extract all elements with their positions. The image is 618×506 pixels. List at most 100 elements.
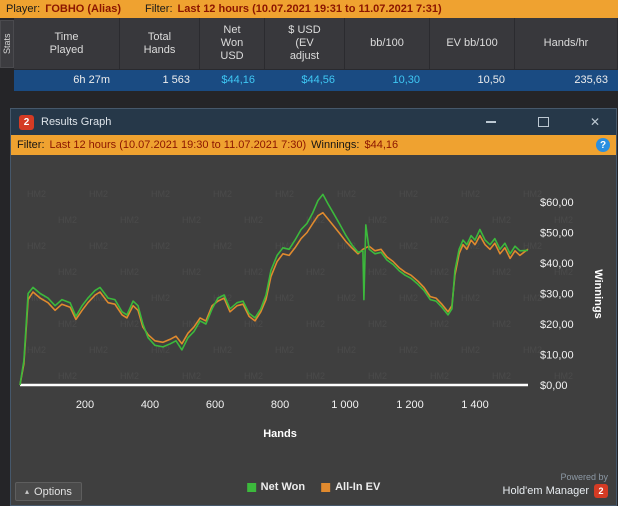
watermark-text: HM2 — [461, 293, 480, 303]
watermark-text: HM2 — [306, 371, 325, 381]
watermark-text: HM2 — [492, 319, 511, 329]
stats-column-header[interactable]: EV bb/100 — [430, 18, 515, 69]
watermark-text: HM2 — [244, 371, 263, 381]
legend-label: Net Won — [260, 481, 306, 493]
filter-value[interactable]: Last 12 hours (10.07.2021 19:31 to 11.07… — [178, 3, 442, 15]
watermark-text: HM2 — [151, 189, 170, 199]
watermark-text: HM2 — [213, 345, 232, 355]
watermark-text: HM2 — [399, 345, 418, 355]
watermark-text: HM2 — [213, 189, 232, 199]
close-button[interactable]: ✕ — [588, 115, 602, 129]
player-filter-bar: Player: ГОВНО (Alias) Filter: Last 12 ho… — [0, 0, 618, 18]
watermark-text: HM2 — [27, 189, 46, 199]
filter-label: Filter: — [145, 3, 173, 15]
stats-column-header[interactable]: Total Hands — [120, 18, 200, 69]
watermark-text: HM2 — [523, 241, 542, 251]
y-tick-label: $0,00 — [540, 380, 568, 392]
watermark-text: HM2 — [275, 293, 294, 303]
watermark-text: HM2 — [306, 267, 325, 277]
watermark-text: HM2 — [430, 267, 449, 277]
watermark-text: HM2 — [368, 215, 387, 225]
minimize-button[interactable] — [484, 115, 498, 129]
watermark-text: HM2 — [337, 345, 356, 355]
watermark-text: HM2 — [58, 267, 77, 277]
watermark-text: HM2 — [27, 345, 46, 355]
stats-side-tab[interactable]: Stats — [0, 20, 14, 68]
watermark-text: HM2 — [337, 189, 356, 199]
watermark-text: HM2 — [337, 293, 356, 303]
stats-column-header[interactable]: $ USD (EV adjust — [265, 18, 345, 69]
stats-header: Time Played Total Hands Net Won USD $ USD (… — [14, 18, 618, 70]
watermark-text: HM2 — [244, 215, 263, 225]
chart-legend: Net Won All-In EV — [246, 481, 380, 493]
player-name[interactable]: ГОВНО (Alias) — [45, 3, 121, 15]
watermark-text: HM2 — [120, 319, 139, 329]
app-screen: Player: ГОВНО (Alias) Filter: Last 12 ho… — [0, 0, 618, 506]
watermark-text: HM2 — [120, 215, 139, 225]
watermark-text: HM2 — [492, 215, 511, 225]
stats-cell: 1 563 — [162, 74, 190, 86]
y-tick-label: $60,00 — [540, 197, 574, 209]
stats-cell: 10,30 — [392, 74, 420, 86]
stats-cell: $44,56 — [301, 74, 335, 86]
watermark-text: HM2 — [368, 371, 387, 381]
maximize-button[interactable] — [536, 115, 550, 129]
watermark-text: HM2 — [182, 267, 201, 277]
minimize-icon — [486, 121, 496, 123]
watermark-text: HM2 — [58, 215, 77, 225]
x-tick-label: 1 200 — [396, 399, 424, 411]
watermark-text: HM2 — [213, 241, 232, 251]
legend-label: All-In EV — [335, 481, 381, 493]
stats-cell: 10,50 — [477, 74, 505, 86]
winnings-value: $44,16 — [364, 139, 399, 151]
x-tick-label: 200 — [76, 399, 94, 411]
x-tick-label: 600 — [206, 399, 224, 411]
watermark-text: HM2 — [182, 371, 201, 381]
y-tick-label: $30,00 — [540, 289, 574, 301]
watermark-text: HM2 — [461, 345, 480, 355]
watermark-text: HM2 — [492, 267, 511, 277]
net-won-line — [19, 193, 529, 386]
watermark-text: HM2 — [120, 371, 139, 381]
info-icon[interactable]: ? — [596, 138, 610, 152]
x-axis-label: Hands — [263, 428, 297, 440]
graph-filter-bar: Filter: Last 12 hours (10.07.2021 19:30 … — [11, 135, 616, 155]
legend-item: All-In EV — [321, 481, 380, 493]
winnings-label: Winnings: — [311, 139, 360, 151]
stats-cell: 235,63 — [574, 74, 608, 86]
y-tick-label: $40,00 — [540, 258, 574, 270]
watermark-text: HM2 — [492, 371, 511, 381]
stats-column-header[interactable]: bb/100 — [345, 18, 430, 69]
maximize-icon — [537, 117, 549, 127]
watermark-text: HM2 — [430, 371, 449, 381]
legend-item: Net Won — [246, 481, 306, 493]
y-tick-label: $10,00 — [540, 350, 574, 362]
stats-column-header[interactable]: Net Won USD — [200, 18, 265, 69]
window-controls: ✕ — [484, 115, 608, 129]
x-tick-label: 1 400 — [461, 399, 489, 411]
hm2-logo-icon: 2 — [19, 114, 34, 130]
stats-column-header[interactable]: Time Played — [14, 18, 120, 69]
watermark-text: HM2 — [151, 293, 170, 303]
powered-by-text: Powered by — [560, 472, 608, 482]
watermark-text: HM2 — [58, 371, 77, 381]
options-button[interactable]: ▴ Options — [15, 482, 82, 501]
watermark-text: HM2 — [368, 319, 387, 329]
results-chart: HM2 HM2 HM2 HM2 HM2 HM2 HM2 HM2 HM2 HM2 HM2 HM2 HM2 H… — [19, 189, 604, 440]
watermark-text: HM2 — [399, 241, 418, 251]
stats-row[interactable]: 6h 27m 1 563 $44,16 $44,56 10,30 10,50 235,63 — [14, 70, 618, 91]
stats-column-header[interactable]: Hands/hr — [515, 18, 618, 69]
watermark-text: HM2 — [554, 215, 573, 225]
graph-plot-area: HM2 HM2 HM2 HM2 HM2 HM2 HM2 HM2 HM2 HM2 HM2 HM2 HM2 H… — [11, 155, 616, 469]
y-tick-label: $20,00 — [540, 319, 574, 331]
graph-footer: ▴ Options Net Won All-In EV Powered by Ho… — [11, 469, 616, 505]
graph-filter-label: Filter: — [17, 139, 45, 151]
watermark-text: HM2 — [275, 189, 294, 199]
results-graph-window: 2 Results Graph ✕ Filter: Last 12 hours … — [10, 108, 617, 506]
window-title: Results Graph — [41, 116, 112, 128]
y-axis-label: Winnings — [592, 269, 604, 318]
stats-cell: 6h 27m — [73, 74, 110, 86]
graph-filter-value: Last 12 hours (10.07.2021 19:30 to 11.07… — [49, 139, 307, 151]
options-label: Options — [34, 485, 72, 498]
window-titlebar[interactable]: 2 Results Graph ✕ — [11, 109, 616, 135]
